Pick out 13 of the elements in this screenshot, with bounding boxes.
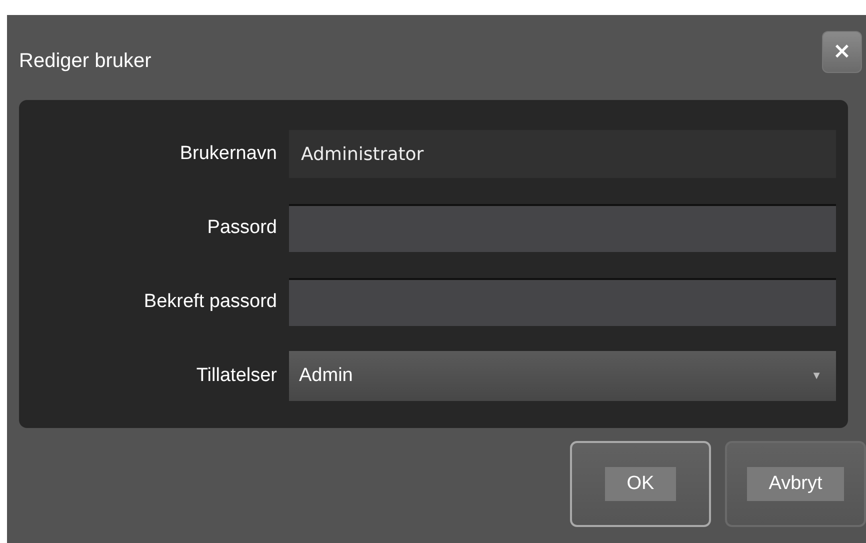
close-button[interactable]: ×: [822, 30, 862, 72]
cancel-button[interactable]: Avbryt: [725, 441, 866, 527]
dialog-title: Rediger bruker: [19, 50, 152, 73]
permissions-dropdown[interactable]: Admin ▼: [289, 351, 836, 401]
password-field[interactable]: [289, 278, 836, 326]
field-label: Passord: [206, 217, 277, 239]
dropdown-arrow-icon[interactable]: ▼: [811, 370, 822, 382]
field-label: Tillatelser: [195, 365, 277, 387]
dropdown-value: Admin: [299, 365, 353, 387]
ok-button[interactable]: OK: [570, 441, 711, 527]
password-field[interactable]: [289, 204, 836, 252]
field-label: Brukernavn: [178, 143, 277, 165]
field-label: Bekreft passord: [142, 291, 277, 313]
